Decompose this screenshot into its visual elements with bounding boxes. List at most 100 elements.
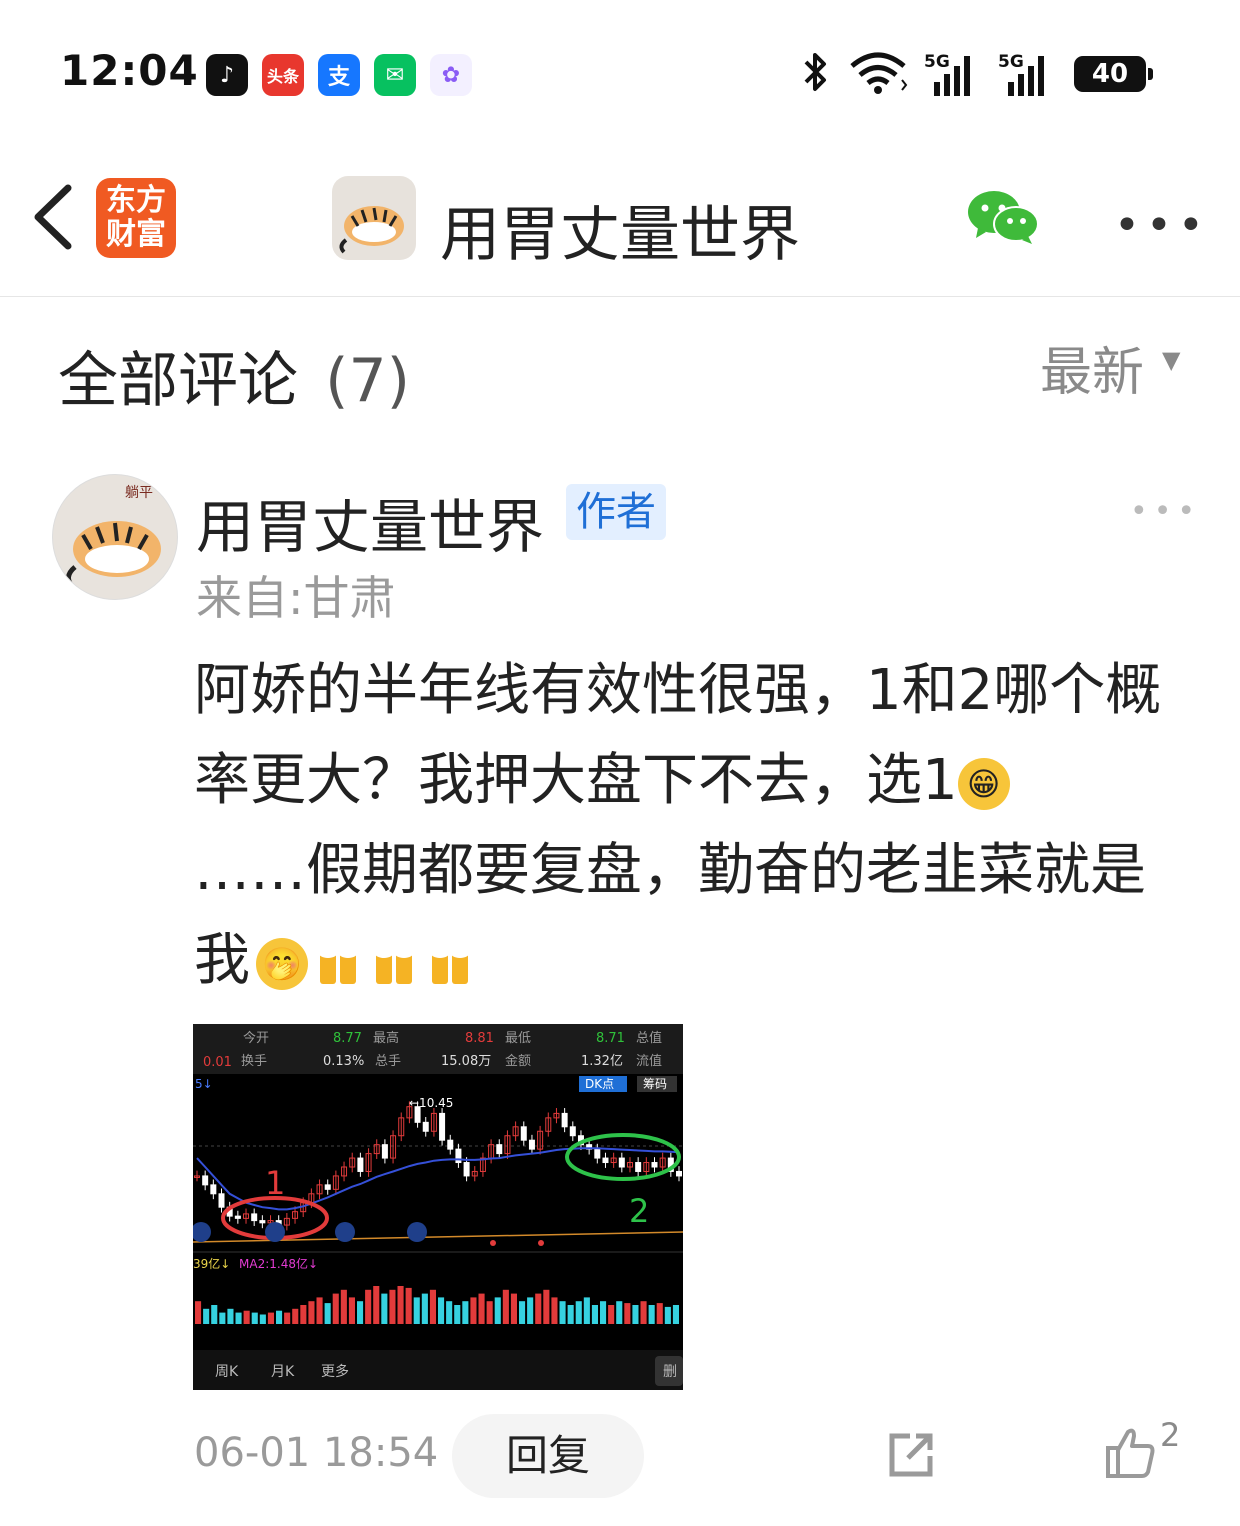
volume-bar (624, 1303, 631, 1324)
more-options-icon[interactable]: ••• (1114, 200, 1210, 251)
share-icon[interactable] (884, 1428, 938, 1482)
comments-count: (7) (325, 346, 411, 416)
candle (439, 1112, 446, 1141)
candle (463, 1162, 470, 1177)
volume-bar (365, 1289, 372, 1324)
volume-bar (389, 1289, 396, 1324)
chip-tag[interactable]: 筹码 (643, 1077, 667, 1091)
volume-bar (527, 1297, 534, 1324)
volume-bar (203, 1308, 210, 1324)
volume-bar (340, 1289, 347, 1324)
volume-bar (292, 1308, 299, 1324)
comments-heading: 全部评论 (7) (58, 332, 410, 419)
pan-left-icon[interactable] (265, 1222, 285, 1242)
volume-bar (211, 1305, 218, 1324)
volume-bar (470, 1297, 477, 1324)
signal-2-icon: 5G (998, 52, 1058, 96)
pan-right-icon[interactable] (335, 1222, 355, 1242)
dk-tag[interactable]: DK点 (585, 1077, 614, 1091)
comment-image-stock-chart[interactable]: 今开 8.77 最高 8.81 最低 8.71 总值 0.01 换手 0.13%… (193, 1024, 683, 1390)
toutiao-icon: 头条 (262, 54, 304, 96)
candle (202, 1175, 209, 1186)
ma2-label: MA2:1.48亿↓ (239, 1256, 318, 1271)
volume-bar (454, 1305, 461, 1324)
peak-label: ←10.45 (409, 1096, 453, 1110)
volume-bar (324, 1303, 331, 1324)
eastmoney-logo[interactable]: 东方 财富 (96, 178, 176, 258)
svg-text:躺平: 躺平 (125, 485, 153, 501)
comments-label: 全部评论 (58, 346, 298, 416)
candle (569, 1126, 576, 1137)
like-thumb-icon[interactable] (1104, 1424, 1158, 1480)
stat-label-volume: 总手 (375, 1054, 401, 1069)
stat-low: 8.71 (596, 1031, 625, 1046)
stat-high: 8.81 (465, 1031, 494, 1046)
comment-date: 06-01 18:54 (194, 1430, 439, 1476)
volume-bar (567, 1305, 574, 1324)
tab-month-k[interactable]: 月K (271, 1364, 295, 1380)
volume-bar (373, 1286, 380, 1324)
candle (520, 1126, 527, 1141)
volume-bar (413, 1297, 420, 1324)
candle (618, 1157, 625, 1168)
comment-avatar[interactable]: 躺平 (52, 474, 178, 600)
volume-bar (616, 1301, 623, 1324)
corner-button[interactable]: 删 (663, 1364, 677, 1380)
volume-bar (510, 1293, 517, 1324)
collapse-icon[interactable] (407, 1222, 427, 1242)
sort-selector[interactable]: 最新 (1040, 330, 1144, 405)
chevron-left-icon (34, 184, 72, 250)
volume-bar (672, 1305, 679, 1324)
volume-bar (583, 1297, 590, 1324)
volume-bar (276, 1310, 283, 1324)
annotation-mark-2: 2 (629, 1192, 649, 1230)
comment-author[interactable]: 用胃丈量世界 (196, 480, 544, 564)
volume-bar (486, 1301, 493, 1324)
stat-label-float: 流值 (636, 1053, 662, 1069)
candle (234, 1215, 241, 1219)
volume-bar (421, 1293, 428, 1324)
back-button[interactable] (30, 182, 80, 252)
volume-bar (284, 1312, 291, 1324)
caret-down-icon[interactable]: ▼ (1162, 346, 1180, 374)
beer-emoji-icon (374, 945, 414, 984)
volume-bar (348, 1297, 355, 1324)
beer-emoji-icon (318, 945, 358, 984)
wechat-icon: ✉ (374, 54, 416, 96)
battery-indicator: 40 (1074, 56, 1153, 92)
volume-bar (243, 1310, 250, 1324)
like-count: 2 (1160, 1416, 1181, 1454)
stat-label-high: 最高 (373, 1030, 399, 1046)
brand-line-2: 财富 (106, 217, 166, 252)
candle (357, 1157, 364, 1172)
candle (447, 1139, 454, 1150)
wechat-share-icon[interactable] (966, 188, 1042, 248)
volume-bar (600, 1301, 607, 1324)
candle (259, 1220, 266, 1224)
comment-more-icon[interactable]: ••• (1130, 494, 1201, 529)
volume-bar (640, 1301, 647, 1324)
volume-bar (519, 1301, 526, 1324)
stat-amount: 1.32亿 (581, 1054, 623, 1069)
candle (210, 1184, 217, 1195)
multicolor-app-icon: ✿ (430, 54, 472, 96)
page-title: 用胃丈量世界 (440, 200, 800, 270)
reply-button[interactable]: 回复 (452, 1414, 644, 1498)
zoom-in-icon[interactable] (193, 1222, 211, 1242)
volume-bar (462, 1301, 469, 1324)
axis-marker: 5↓ (195, 1077, 213, 1091)
volume-bar (405, 1287, 412, 1324)
wifi-icon (848, 50, 910, 105)
volume-bar (300, 1305, 307, 1324)
brand-line-1: 东方 (106, 183, 166, 218)
candle (251, 1213, 258, 1222)
tab-more[interactable]: 更多 (321, 1363, 349, 1380)
candle (651, 1162, 658, 1168)
stat-change: 0.01 (203, 1055, 232, 1070)
candle (602, 1157, 609, 1164)
candle (496, 1144, 503, 1155)
candle (381, 1144, 388, 1159)
tab-week-k[interactable]: 周K (215, 1364, 239, 1380)
header-avatar[interactable] (332, 176, 416, 260)
volume-bar (316, 1297, 323, 1324)
